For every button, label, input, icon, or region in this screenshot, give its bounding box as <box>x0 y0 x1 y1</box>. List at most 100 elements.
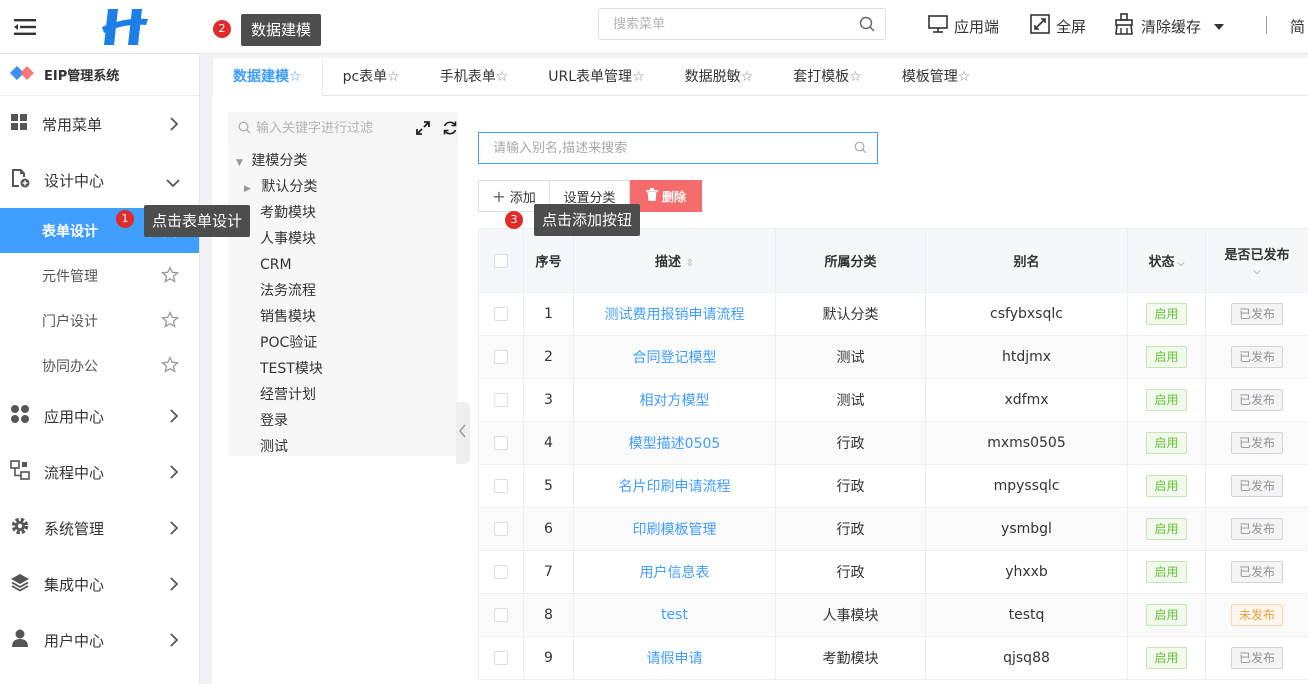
row-alias: testq <box>925 593 1128 637</box>
tree-node[interactable]: TEST模块 <box>228 356 458 382</box>
table-row[interactable]: 6 印刷模板管理 行政 ysmbgl 启用 已发布 <box>478 507 1308 551</box>
sort-icon[interactable]: ⇳ <box>686 258 694 269</box>
row-desc-link[interactable]: 印刷模板管理 <box>633 522 717 538</box>
tree-node[interactable]: 法务流程 <box>228 278 458 304</box>
caret-right-icon[interactable]: ▶ <box>244 184 251 194</box>
sidebar-item-user-center[interactable]: 用户中心 <box>0 612 199 668</box>
star-outline-icon[interactable]: ☆ <box>289 69 302 85</box>
tab-print-template[interactable]: 套打模板☆ <box>773 58 882 96</box>
app-client-button[interactable]: 应用端 <box>928 14 999 38</box>
table-row[interactable]: 7 用户信息表 行政 yhxxb 启用 已发布 <box>478 550 1308 594</box>
menu-search-input[interactable] <box>599 9 839 39</box>
row-desc-link[interactable]: 用户信息表 <box>640 565 710 581</box>
sidebar-item-system-mgmt[interactable]: 系统管理 <box>0 500 199 556</box>
row-checkbox[interactable] <box>494 565 508 579</box>
column-header-desc[interactable]: 描述 ⇳ <box>573 228 776 293</box>
column-header-status[interactable]: 状态 ⌵ <box>1127 228 1206 293</box>
tree-filter-input[interactable] <box>228 112 398 144</box>
caret-down-icon[interactable]: ▼ <box>236 158 243 168</box>
sidebar-item-process-center[interactable]: 流程中心 <box>0 444 199 500</box>
tree-node[interactable]: CRM <box>228 252 458 278</box>
sidebar-subitem-collab-office[interactable]: 协同办公 <box>0 343 199 388</box>
chevron-down-icon[interactable]: ⌵ <box>1175 259 1185 269</box>
sidebar-item-integration-center[interactable]: 集成中心 <box>0 556 199 612</box>
sidebar-subitem-portal-design[interactable]: 门户设计 <box>0 298 199 343</box>
table-row[interactable]: 8 test 人事模块 testq 启用 未发布 <box>478 593 1308 637</box>
row-checkbox[interactable] <box>494 522 508 536</box>
star-outline-icon[interactable]: ☆ <box>387 69 400 85</box>
chevron-down-icon[interactable]: ⌵ <box>1254 267 1261 277</box>
tab-label: 数据建模 <box>233 69 289 85</box>
star-outline-icon[interactable]: ☆ <box>849 69 862 85</box>
tree-node-label: 默认分类 <box>261 179 318 195</box>
sidebar-item-app-center[interactable]: 应用中心 <box>0 388 199 444</box>
tab-pc-form[interactable]: pc表单☆ <box>323 58 420 96</box>
fullscreen-button[interactable]: 全屏 <box>1030 14 1086 38</box>
tab-template-mgmt[interactable]: 模板管理☆ <box>882 58 991 96</box>
tab-data-modeling[interactable]: 数据建模☆ <box>212 58 323 96</box>
star-icon[interactable] <box>160 265 180 288</box>
step-badge-3: 3 <box>505 211 523 229</box>
row-desc-link[interactable]: test <box>661 607 688 623</box>
tab-data-masking[interactable]: 数据脱敏☆ <box>665 58 774 96</box>
star-outline-icon[interactable]: ☆ <box>496 69 509 85</box>
expand-icon[interactable] <box>415 120 431 140</box>
search-icon[interactable] <box>854 141 867 158</box>
tree-node[interactable]: 登录 <box>228 408 458 434</box>
tree-node[interactable]: 人事模块 <box>228 226 458 252</box>
caret-down-icon[interactable] <box>1213 17 1225 35</box>
select-all-checkbox[interactable] <box>494 253 508 268</box>
table-row[interactable]: 2 合同登记模型 测试 htdjmx 启用 已发布 <box>478 335 1308 379</box>
row-checkbox[interactable] <box>494 479 508 493</box>
row-desc-link[interactable]: 名片印刷申请流程 <box>619 479 731 495</box>
sidebar-subitem-component-mgmt[interactable]: 元件管理 <box>0 253 199 298</box>
tree-node[interactable]: ▶ 默认分类 <box>228 174 458 200</box>
row-checkbox[interactable] <box>494 393 508 407</box>
row-checkbox[interactable] <box>494 608 508 622</box>
row-desc-cell: 用户信息表 <box>573 550 776 594</box>
column-header-published[interactable]: 是否已发布 ⌵ <box>1205 228 1308 293</box>
row-desc-cell: 名片印刷申请流程 <box>573 464 776 508</box>
tree-root-node[interactable]: ▼ 建模分类 <box>228 148 458 174</box>
search-icon[interactable] <box>859 16 875 36</box>
row-desc-link[interactable]: 相对方模型 <box>640 393 710 409</box>
table-row[interactable]: 5 名片印刷申请流程 行政 mpyssqlc 启用 已发布 <box>478 464 1308 508</box>
refresh-icon[interactable] <box>442 120 458 140</box>
row-desc-link[interactable]: 合同登记模型 <box>633 350 717 366</box>
row-checkbox[interactable] <box>494 307 508 321</box>
row-desc-link[interactable]: 模型描述0505 <box>629 436 721 452</box>
published-badge: 已发布 <box>1230 303 1283 325</box>
row-index: 8 <box>523 593 574 637</box>
tree-node[interactable]: 考勤模块 <box>228 200 458 226</box>
chevron-right-icon <box>169 520 179 540</box>
row-checkbox[interactable] <box>494 651 508 665</box>
star-outline-icon[interactable]: ☆ <box>958 69 971 85</box>
language-switch[interactable]: 简 <box>1290 14 1305 38</box>
star-outline-icon[interactable]: ☆ <box>741 69 754 85</box>
row-desc-link[interactable]: 请假申请 <box>647 651 703 667</box>
star-icon[interactable] <box>160 310 180 333</box>
table-row[interactable]: 1 测试费用报销申请流程 默认分类 csfybxsqlc 启用 已发布 <box>478 292 1308 336</box>
row-checkbox[interactable] <box>494 350 508 364</box>
table-row[interactable]: 9 请假申请 考勤模块 qjsq88 启用 已发布 <box>478 636 1308 680</box>
table-row[interactable]: 4 模型描述0505 行政 mxms0505 启用 已发布 <box>478 421 1308 465</box>
tab-mobile-form[interactable]: 手机表单☆ <box>420 58 529 96</box>
clear-cache-button[interactable]: 清除缓存 <box>1113 13 1225 38</box>
row-published-cell: 已发布 <box>1205 335 1308 379</box>
tree-node[interactable]: 销售模块 <box>228 304 458 330</box>
panel-collapse-handle[interactable] <box>456 402 470 464</box>
star-outline-icon[interactable]: ☆ <box>632 69 645 85</box>
sidebar-item-common-menu[interactable]: 常用菜单 <box>0 96 199 152</box>
tree-node[interactable]: 测试 <box>228 434 458 460</box>
row-desc-link[interactable]: 测试费用报销申请流程 <box>605 307 745 323</box>
tab-url-form[interactable]: URL表单管理☆ <box>528 58 664 96</box>
row-checkbox[interactable] <box>494 436 508 450</box>
table-row[interactable]: 3 相对方模型 测试 xdfmx 启用 已发布 <box>478 378 1308 422</box>
model-search-input[interactable] <box>479 133 839 163</box>
delete-button[interactable]: 删除 <box>630 180 702 212</box>
menu-toggle-icon[interactable] <box>0 0 50 54</box>
tree-node[interactable]: POC验证 <box>228 330 458 356</box>
star-icon[interactable] <box>160 355 180 378</box>
sidebar-item-design-center[interactable]: 设计中心 <box>0 152 199 208</box>
tree-node[interactable]: 经营计划 <box>228 382 458 408</box>
